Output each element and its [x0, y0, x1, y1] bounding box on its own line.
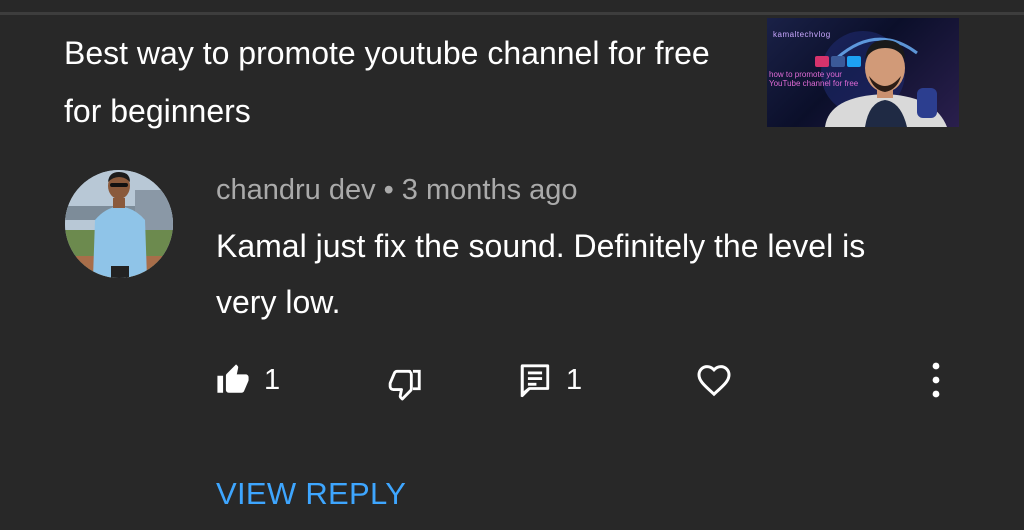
comment-author[interactable]: chandru dev [216, 174, 376, 206]
video-title[interactable]: Best way to promote youtube channel for … [64, 24, 724, 140]
meta-separator: • [383, 174, 394, 206]
more-options-button[interactable] [916, 358, 956, 402]
thumbs-up-icon [217, 364, 249, 393]
more-vertical-icon [932, 362, 940, 398]
dislike-button[interactable] [386, 362, 424, 406]
video-thumbnail[interactable]: kamaltechvlog how to promote your YouTub… [767, 18, 959, 127]
like-count: 1 [264, 363, 281, 396]
heart-icon [697, 365, 731, 397]
thumbnail-channel-text: kamaltechvlog [773, 30, 831, 39]
thumbs-down-icon [388, 369, 421, 401]
comment-time: 3 months ago [401, 174, 578, 206]
heart-button[interactable] [694, 358, 734, 402]
avatar[interactable] [65, 170, 173, 278]
reply-button[interactable]: 1 [518, 358, 582, 402]
thumbnail-caption: how to promote your YouTube channel for … [769, 70, 859, 88]
view-reply-link[interactable]: VIEW REPLY [216, 476, 406, 512]
top-divider [0, 12, 1024, 15]
comment-meta: chandru dev • 3 months ago [216, 170, 578, 210]
comment-icon [520, 364, 550, 398]
avatar-photo [65, 170, 173, 278]
reply-count: 1 [566, 363, 583, 396]
comment-text: Kamal just fix the sound. Definitely the… [216, 228, 866, 320]
like-button[interactable]: 1 [216, 358, 280, 402]
